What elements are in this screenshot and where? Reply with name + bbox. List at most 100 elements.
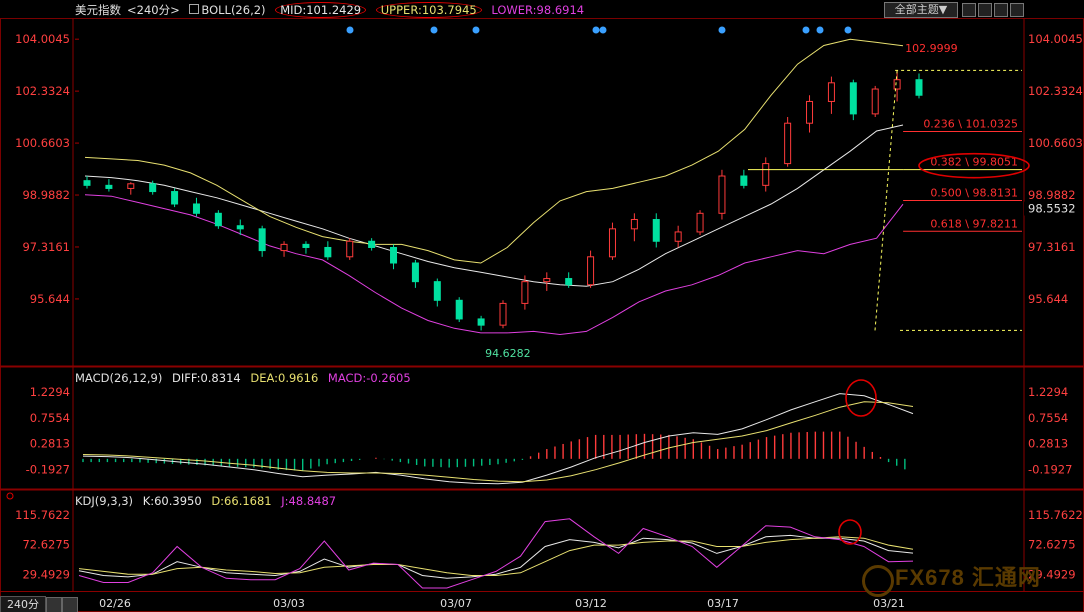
- kdj-highlight-circle: [838, 519, 862, 545]
- candle-body: [740, 175, 748, 186]
- candle-body: [324, 246, 332, 258]
- macd-diff-line: [82, 393, 914, 485]
- candle-body: [83, 180, 91, 186]
- candle-body: [806, 100, 814, 124]
- date-axis-label: 03/07: [440, 597, 472, 610]
- price-axis-tick-left: 95.644: [30, 292, 70, 306]
- candle-body: [718, 175, 726, 214]
- candle-body: [915, 79, 923, 96]
- candle-body: [499, 302, 507, 326]
- macd-axis-tick-right: 0.2813: [1028, 437, 1068, 451]
- signal-dot: [718, 26, 726, 34]
- chart-window: { "header": { "instrument": "美元指数", "per…: [0, 0, 1084, 612]
- scroll-right-button[interactable]: [62, 597, 78, 612]
- price-axis-tick-left: 98.9882: [22, 188, 70, 202]
- price-axis-tick-right: 100.6603: [1028, 136, 1083, 150]
- price-axis-tick-right: 98.9882: [1028, 188, 1076, 202]
- macd-axis-tick-left: 0.2813: [30, 437, 70, 451]
- price-axis-tick-right: 95.644: [1028, 292, 1068, 306]
- boll-lower-line: [84, 194, 904, 336]
- candle-body: [171, 191, 179, 205]
- kdj-d-line: [78, 536, 914, 576]
- signal-dot: [599, 26, 607, 34]
- macd-axis-tick-left: -0.1927: [26, 462, 70, 476]
- macd-axis-tick-left: 1.2294: [30, 385, 70, 399]
- signal-dot: [472, 26, 480, 34]
- candle-body: [696, 212, 704, 233]
- candle-body: [236, 225, 244, 230]
- candle-body: [521, 281, 529, 304]
- price-axis-tick-left: 102.3324: [15, 84, 70, 98]
- kdj-j-line: [78, 518, 914, 589]
- signal-dot: [430, 26, 438, 34]
- kdj-axis-tick-right: 72.6275: [1028, 538, 1076, 552]
- candle-body: [543, 278, 551, 283]
- candle-body: [827, 82, 835, 102]
- kdj-settings-icon: [6, 492, 14, 500]
- macd-axis-tick-left: 0.7554: [30, 411, 70, 425]
- candle-body: [587, 256, 595, 286]
- candle-body: [652, 219, 660, 242]
- signal-dot: [346, 26, 354, 34]
- candle-body: [149, 183, 157, 193]
- last-price-label: 98.5532: [1028, 202, 1076, 216]
- date-axis-label: 03/03: [273, 597, 305, 610]
- kdj-axis-tick-left: 29.4929: [22, 568, 70, 582]
- date-axis-label: 03/17: [707, 597, 739, 610]
- candle-body: [893, 79, 901, 90]
- fib-level-label: 0.236 \ 101.0325: [923, 118, 1018, 131]
- signal-dot: [592, 26, 600, 34]
- candle-body: [871, 88, 879, 115]
- price-axis-tick-right: 97.3161: [1028, 240, 1076, 254]
- outer-frame: [0, 18, 1084, 612]
- candle-body: [565, 278, 573, 286]
- kdj-axis-tick-left: 72.6275: [22, 538, 70, 552]
- candle-body: [674, 231, 682, 242]
- candle-body: [477, 318, 485, 326]
- watermark-logo-icon: [862, 565, 894, 597]
- macd-axis-tick-right: 0.7554: [1028, 411, 1068, 425]
- price-axis-tick-right: 102.3324: [1028, 84, 1083, 98]
- date-axis-label: 03/12: [575, 597, 607, 610]
- candle-body: [784, 122, 792, 165]
- candle-body: [302, 243, 310, 248]
- price-axis-tick-left: 100.6603: [15, 136, 70, 150]
- high-price-label: 102.9999: [905, 42, 958, 55]
- price-axis-tick-right: 104.0045: [1028, 32, 1083, 46]
- chart-canvas: 95.644 95.644 97.3161 97.3161 98.9882 98.9882…: [0, 18, 1084, 612]
- macd-dea-line: [82, 401, 914, 483]
- candle-body: [411, 262, 419, 283]
- boll-mid-line: [84, 124, 904, 287]
- candle-body: [214, 212, 222, 227]
- candle-body: [105, 184, 113, 189]
- signal-dot: [844, 26, 852, 34]
- candle-body: [390, 246, 398, 264]
- candle-body: [192, 203, 200, 214]
- candle-body: [455, 299, 463, 320]
- candle-body: [433, 281, 441, 301]
- watermark: FX678 汇通网: [895, 565, 1041, 590]
- price-axis-tick-left: 104.0045: [15, 32, 70, 46]
- macd-axis-tick-right: -0.1927: [1028, 462, 1072, 476]
- kdj-axis-tick-left: 115.7622: [15, 508, 70, 522]
- candle-body: [368, 240, 376, 248]
- kdj-axis-tick-right: 115.7622: [1028, 508, 1083, 522]
- candle-body: [630, 219, 638, 230]
- price-axis-tick-left: 97.3161: [22, 240, 70, 254]
- candle-body: [258, 228, 266, 252]
- scroll-left-button[interactable]: [46, 597, 62, 612]
- candle-body: [608, 228, 616, 258]
- candle-body: [762, 163, 770, 186]
- boll-upper-line: [84, 38, 904, 264]
- signal-dot: [802, 26, 810, 34]
- macd-axis-tick-right: 1.2294: [1028, 385, 1068, 399]
- candle-body: [849, 82, 857, 115]
- date-axis-label: 02/26: [99, 597, 131, 610]
- fib-level-label: 0.500 \ 98.8131: [930, 186, 1018, 199]
- low-price-label: 94.6282: [485, 347, 530, 360]
- candle-body: [346, 240, 354, 258]
- candle-body: [127, 183, 135, 189]
- candle-body: [280, 243, 288, 252]
- period-selector[interactable]: 240分: [0, 596, 46, 612]
- signal-dot: [816, 26, 824, 34]
